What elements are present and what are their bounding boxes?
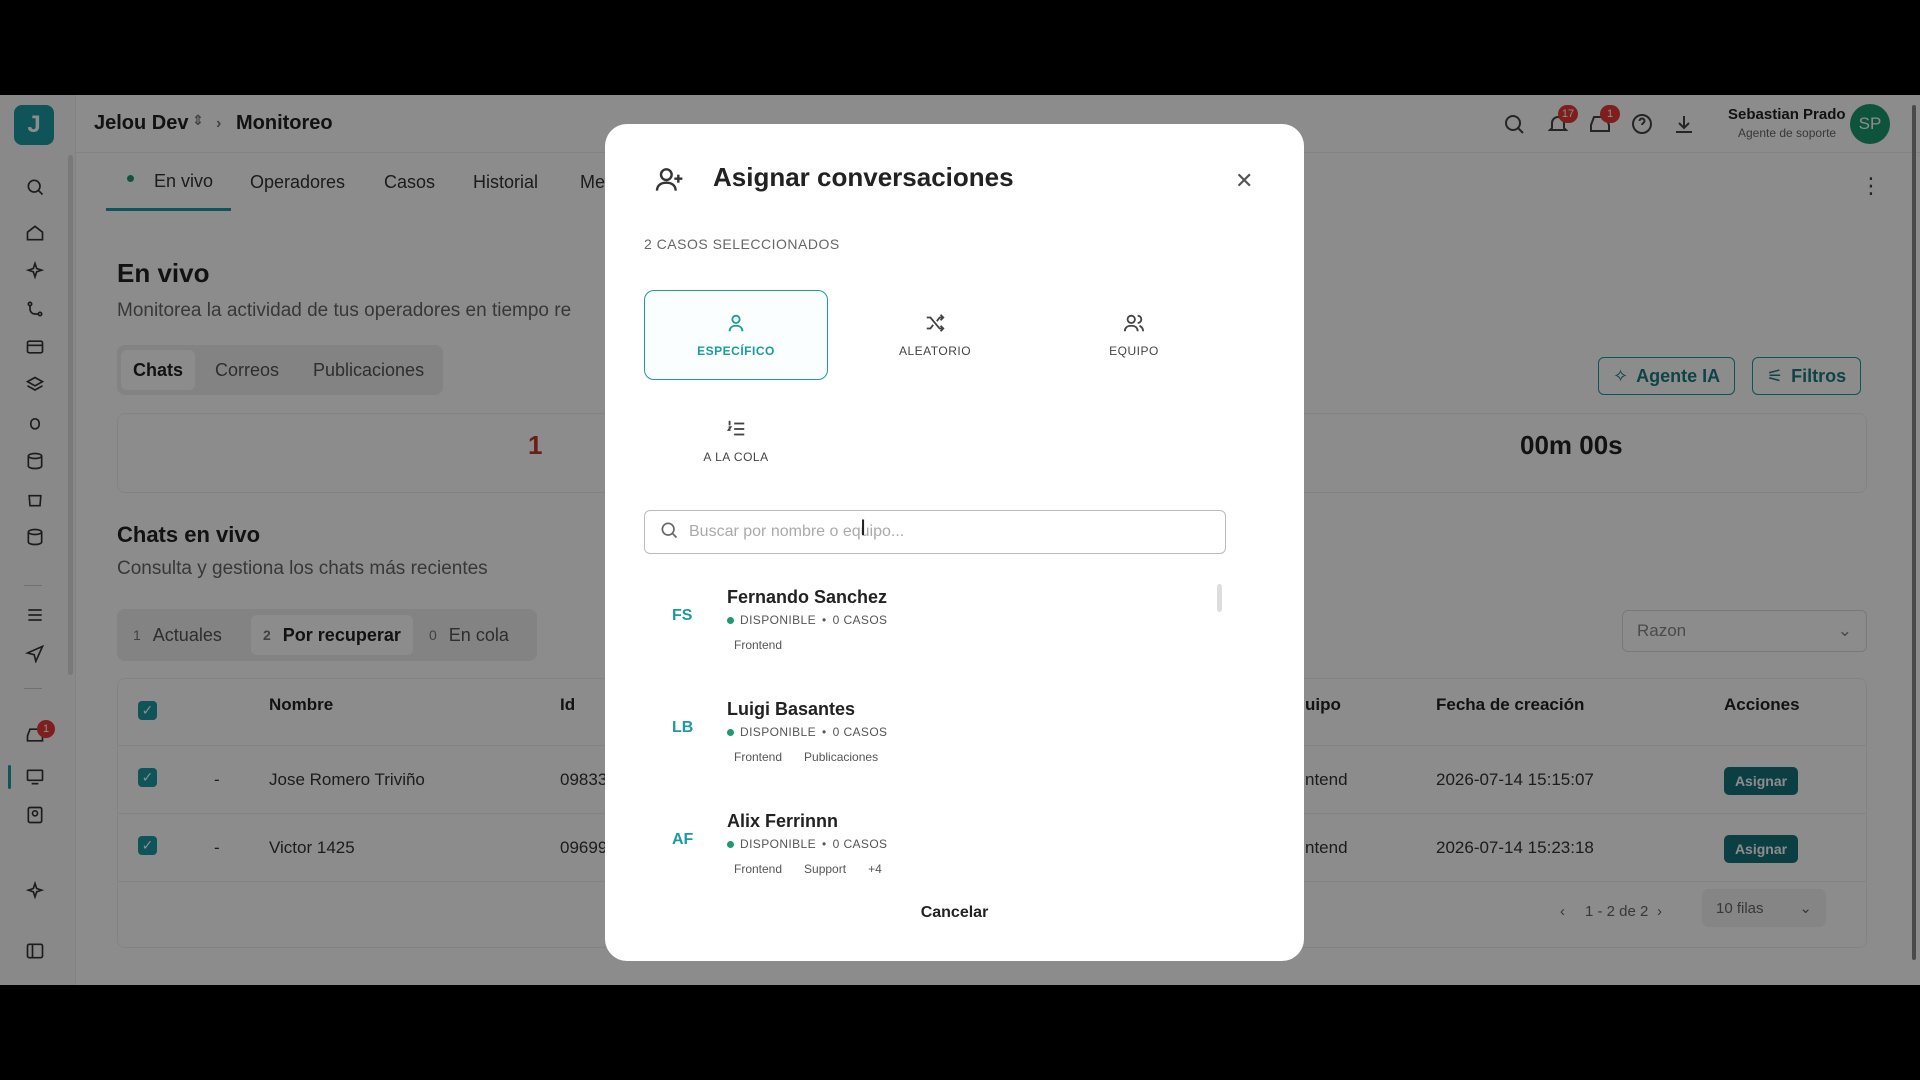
tag: Frontend (734, 750, 783, 764)
option-label: ESPECÍFICO (697, 344, 775, 358)
operator-status: DISPONIBLE • 0 CASOS (727, 837, 887, 851)
status-dot (727, 728, 734, 736)
operator-tags: Frontend Support +4 (727, 859, 889, 879)
operator-status: DISPONIBLE • 0 CASOS (727, 613, 887, 627)
separator: • (822, 837, 827, 851)
option-a-la-cola[interactable]: A LA COLA (644, 396, 828, 486)
users-icon (1123, 314, 1145, 332)
option-label: A LA COLA (703, 450, 769, 464)
tag: Publicaciones (804, 750, 879, 764)
status-dot (727, 616, 734, 624)
operator-initials: AF (672, 831, 694, 848)
search-icon (659, 520, 679, 545)
status-text: DISPONIBLE (740, 613, 817, 627)
option-equipo[interactable]: EQUIPO (1042, 290, 1226, 380)
assign-conversations-dialog: Asignar conversaciones ✕ 2 CASOS SELECCI… (605, 124, 1304, 961)
ordered-list-icon (726, 420, 745, 436)
operator-name: Luigi Basantes (727, 699, 856, 719)
status-text: DISPONIBLE (740, 725, 817, 739)
tag-more[interactable]: +4 (861, 859, 889, 879)
tag: Frontend (734, 862, 783, 876)
option-especifico[interactable]: ESPECÍFICO (644, 290, 828, 380)
status-text: DISPONIBLE (740, 837, 817, 851)
operator-name: Alix Ferrinnn (727, 811, 839, 831)
cases-count: 0 CASOS (832, 613, 888, 627)
operator-initials: FS (672, 607, 693, 624)
tag: Frontend (734, 638, 783, 652)
shuffle-icon (926, 314, 945, 332)
user-icon (728, 314, 744, 332)
status-dot (727, 840, 734, 848)
operator-item[interactable]: FS Fernando Sanchez DISPONIBLE • 0 CASOS F… (644, 579, 1214, 669)
cases-count: 0 CASOS (832, 725, 888, 739)
cancel-button[interactable]: Cancelar (605, 904, 1304, 922)
user-plus-icon (653, 164, 685, 196)
operator-tags: Frontend Publicaciones (727, 747, 885, 767)
tag: Support (804, 862, 847, 876)
option-aleatorio[interactable]: ALEATORIO (843, 290, 1027, 380)
operator-name: Fernando Sanchez (727, 587, 888, 607)
operator-status: DISPONIBLE • 0 CASOS (727, 725, 887, 739)
text-cursor-icon: I (860, 515, 867, 540)
option-label: ALEATORIO (898, 344, 972, 358)
operator-item[interactable]: LB Luigi Basantes DISPONIBLE • 0 CASOS Fro… (644, 691, 1214, 781)
operator-initials: LB (672, 719, 694, 736)
search-input[interactable] (689, 523, 1189, 541)
list-scrollbar[interactable] (1217, 584, 1222, 612)
separator: • (822, 725, 827, 739)
operator-tags: Frontend (727, 635, 789, 655)
selected-count: 2 CASOS SELECCIONADOS (644, 236, 840, 252)
option-label: EQUIPO (1109, 344, 1159, 358)
operator-search[interactable] (644, 510, 1226, 554)
close-icon[interactable]: ✕ (1235, 168, 1253, 194)
separator: • (822, 613, 827, 627)
dialog-title: Asignar conversaciones (713, 162, 1014, 192)
cases-count: 0 CASOS (832, 837, 888, 851)
operator-item[interactable]: AF Alix Ferrinnn DISPONIBLE • 0 CASOS Fron… (644, 803, 1214, 893)
